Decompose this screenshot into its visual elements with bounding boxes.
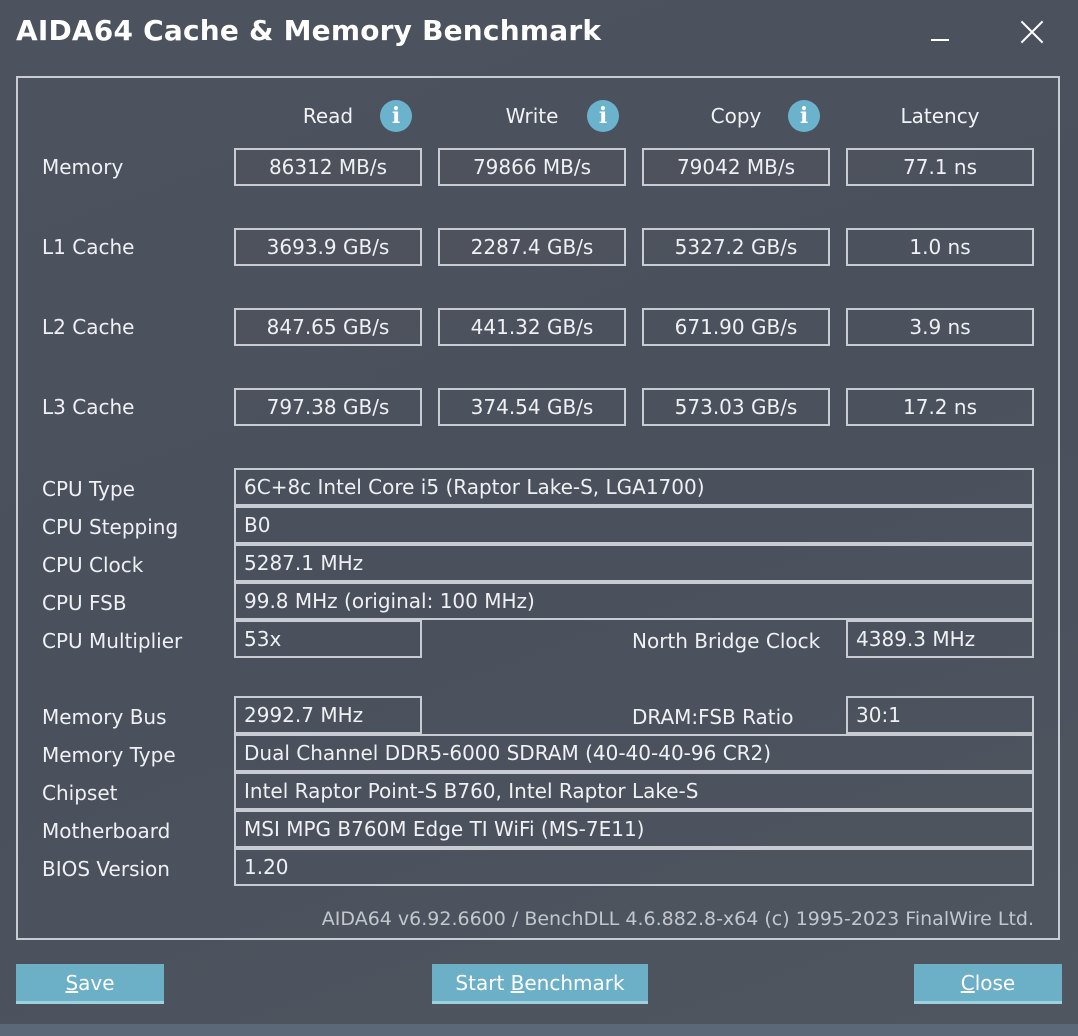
save-button[interactable]: Save [16, 964, 164, 1004]
copy-info-icon[interactable]: i [788, 100, 820, 132]
start-benchmark-button[interactable]: Start Benchmark [432, 964, 648, 1004]
l3-read-value: 797.38 GB/s [234, 388, 422, 426]
close-label-rest: lose [974, 970, 1016, 995]
dram-fsb-ratio-label: DRAM:FSB Ratio [632, 705, 794, 729]
l1-read-value: 3693.9 GB/s [234, 228, 422, 266]
start-label-pre: Start [455, 970, 511, 995]
memory-bus-value: 2992.7 MHz [234, 696, 422, 734]
l2-write-value: 441.32 GB/s [438, 308, 626, 346]
cpu-clock-label: CPU Clock [42, 553, 144, 577]
cpu-multiplier-value: 53x [234, 620, 422, 658]
window-close-button[interactable] [1012, 14, 1052, 50]
l1-copy-value: 5327.2 GB/s [642, 228, 830, 266]
cpu-multiplier-label: CPU Multiplier [42, 629, 183, 653]
start-label-rest: enchmark [524, 970, 625, 995]
memory-type-value: Dual Channel DDR5-6000 SDRAM (40-40-40-9… [234, 734, 1034, 772]
save-label-rest: ave [78, 970, 115, 995]
cpu-clock-value: 5287.1 MHz [234, 544, 1034, 582]
l3-copy-value: 573.03 GB/s [642, 388, 830, 426]
close-button[interactable]: Close [914, 964, 1062, 1004]
cpu-fsb-value: 99.8 MHz (original: 100 MHz) [234, 582, 1034, 620]
l1-write-value: 2287.4 GB/s [438, 228, 626, 266]
cpu-type-label: CPU Type [42, 477, 135, 501]
chipset-label: Chipset [42, 781, 118, 805]
cpu-fsb-label: CPU FSB [42, 591, 127, 615]
write-info-icon[interactable]: i [587, 100, 619, 132]
row-label-l2: L2 Cache [42, 315, 135, 339]
benchmark-window: AIDA64 Cache & Memory Benchmark Read i W… [0, 0, 1078, 1036]
motherboard-value: MSI MPG B760M Edge TI WiFi (MS-7E11) [234, 810, 1034, 848]
cpu-stepping-value: B0 [234, 506, 1034, 544]
cpu-type-value: 6C+8c Intel Core i5 (Raptor Lake-S, LGA1… [234, 468, 1034, 506]
l2-copy-value: 671.90 GB/s [642, 308, 830, 346]
memory-type-label: Memory Type [42, 743, 176, 767]
memory-write-value: 79866 MB/s [438, 148, 626, 186]
minimize-icon [931, 39, 949, 41]
memory-read-value: 86312 MB/s [234, 148, 422, 186]
bottom-edge [0, 1024, 1078, 1036]
start-accelerator: B [510, 970, 525, 995]
column-header-copy: Copy [710, 104, 762, 128]
minimize-button[interactable] [920, 14, 960, 50]
l3-write-value: 374.54 GB/s [438, 388, 626, 426]
bios-version-value: 1.20 [234, 848, 1034, 886]
window-title: AIDA64 Cache & Memory Benchmark [16, 14, 602, 47]
l2-read-value: 847.65 GB/s [234, 308, 422, 346]
l3-latency-value: 17.2 ns [846, 388, 1034, 426]
close-accelerator: C [960, 970, 975, 995]
chipset-value: Intel Raptor Point-S B760, Intel Raptor … [234, 772, 1034, 810]
motherboard-label: Motherboard [42, 819, 171, 843]
north-bridge-clock-label: North Bridge Clock [632, 629, 821, 653]
row-label-l3: L3 Cache [42, 395, 135, 419]
version-info: AIDA64 v6.92.6600 / BenchDLL 4.6.882.8-x… [321, 908, 1034, 930]
l2-latency-value: 3.9 ns [846, 308, 1034, 346]
column-header-write: Write [505, 104, 559, 128]
l1-latency-value: 1.0 ns [846, 228, 1034, 266]
memory-copy-value: 79042 MB/s [642, 148, 830, 186]
memory-latency-value: 77.1 ns [846, 148, 1034, 186]
row-label-memory: Memory [42, 155, 124, 179]
cpu-stepping-label: CPU Stepping [42, 515, 179, 539]
close-icon [1020, 20, 1044, 44]
memory-bus-label: Memory Bus [42, 705, 167, 729]
row-label-l1: L1 Cache [42, 235, 135, 259]
column-header-read: Read [302, 104, 354, 128]
dram-fsb-ratio-value: 30:1 [846, 696, 1034, 734]
column-header-latency: Latency [900, 104, 980, 128]
save-accelerator: S [65, 970, 79, 995]
bios-version-label: BIOS Version [42, 857, 170, 881]
north-bridge-clock-value: 4389.3 MHz [846, 620, 1034, 658]
read-info-icon[interactable]: i [380, 100, 412, 132]
